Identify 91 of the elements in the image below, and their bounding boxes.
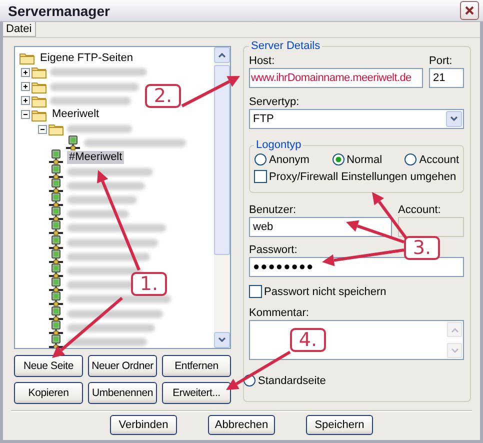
computer-icon [48,306,64,322]
blurred-label[interactable] [67,238,158,247]
blurred-label[interactable] [67,281,134,290]
tree-item[interactable]: Meeriwelt [50,108,102,122]
step-label: 4. [290,328,326,352]
menu-item[interactable]: Datei [3,22,36,38]
blurred-label[interactable] [67,196,137,204]
host-field[interactable]: www.ihrDomainname.meeriwelt.de [249,68,423,88]
group-title: Server Details [250,40,322,52]
scroll-thumb[interactable] [214,65,230,256]
chevron-down-icon [450,115,458,124]
chevron-up-icon [450,326,458,334]
group-title: Logontyp [255,139,302,152]
scrollbar[interactable] [214,47,230,348]
plus-icon[interactable] [20,68,30,77]
arrow [52,296,123,358]
blurred-label[interactable] [67,224,166,232]
computer-icon [65,135,81,152]
action-button[interactable]: Entfernen [162,355,231,378]
computer-icon [48,234,64,251]
computer-icon [48,248,64,265]
port-field[interactable]: 21 [429,68,464,88]
dialog-button[interactable]: Verbinden [110,415,177,435]
plus-icon[interactable] [20,82,30,92]
comment-field[interactable] [249,320,464,360]
computer-icon [48,192,64,208]
field-label: Host: [249,55,275,68]
computer-icon [48,149,64,166]
field-label: Passwort: [249,244,298,258]
chevron-down-icon [450,346,458,355]
action-button[interactable]: Neuer Ordner [88,355,157,378]
scroll-down-button[interactable] [214,332,230,348]
radio-button[interactable] [404,153,418,166]
computer-icon [48,164,64,180]
computer-icon [48,291,64,308]
computer-icon [48,262,64,279]
blurred-label[interactable] [67,210,129,218]
server-type-dropdown[interactable]: FTP [249,109,464,130]
scroll-up-button[interactable] [214,47,230,64]
checkbox-label: Proxy/Firewall Einstellungen umgehen [269,170,456,183]
computer-icon [48,206,64,222]
folder-icon [19,51,35,66]
step-label: 2. [145,84,181,108]
computer-icon [48,320,64,336]
blurred-label[interactable] [67,295,171,304]
blurred-label[interactable] [67,168,153,176]
action-button[interactable]: Neue Seite [14,355,83,378]
option-label: Account [419,154,459,166]
window-title: Servermanager [8,2,111,19]
blurred-label[interactable] [67,266,142,275]
step-label: 3. [404,236,440,260]
step-label: 1. [131,272,167,296]
blurred-label[interactable] [67,324,155,332]
close-icon [464,5,475,16]
field-label: Port: [429,55,452,68]
computer-icon [48,334,64,348]
dialog-button[interactable]: Speichern [306,415,373,435]
radio-button[interactable] [254,153,267,166]
field-label: Kommentar: [249,307,309,320]
action-button[interactable]: Erweitert... [162,382,231,404]
minus-icon[interactable] [20,110,30,120]
field-label: Servertyp: [249,96,300,110]
option-label: Anonym [269,154,310,166]
action-button[interactable]: Kopieren [14,382,83,404]
arrow [181,76,240,108]
checkbox-label: Passwort nicht speichern [264,286,386,298]
dialog-button[interactable]: Abbrechen [208,415,275,435]
minus-icon[interactable] [38,124,46,134]
chevron-down-icon [218,336,226,344]
checkbox[interactable] [249,285,262,298]
computer-icon [48,277,64,294]
option-label: Normal [346,154,382,166]
blurred-label[interactable] [67,182,145,190]
computer-icon [48,178,64,194]
blurred-label[interactable] [67,310,163,318]
computer-icon [48,220,64,236]
blurred-label[interactable] [67,338,147,346]
blurred-label[interactable] [67,252,150,261]
close-button[interactable] [460,1,479,20]
tree-item[interactable]: Eigene FTP-Seiten [38,52,135,65]
action-button[interactable]: Umbenennen [88,382,157,404]
password-field[interactable]: ●●●●●●●● [249,257,464,278]
tree-item[interactable]: #Meeriwelt [67,150,124,164]
chevron-up-icon [218,51,226,60]
field-label: Benutzer: [249,204,296,218]
radio-button[interactable] [332,153,345,166]
plus-icon[interactable] [20,96,30,106]
field-label: Account: [398,204,441,218]
checkbox[interactable] [254,170,267,184]
user-field[interactable]: web [249,217,392,238]
option-label: Standardseite [258,374,326,387]
